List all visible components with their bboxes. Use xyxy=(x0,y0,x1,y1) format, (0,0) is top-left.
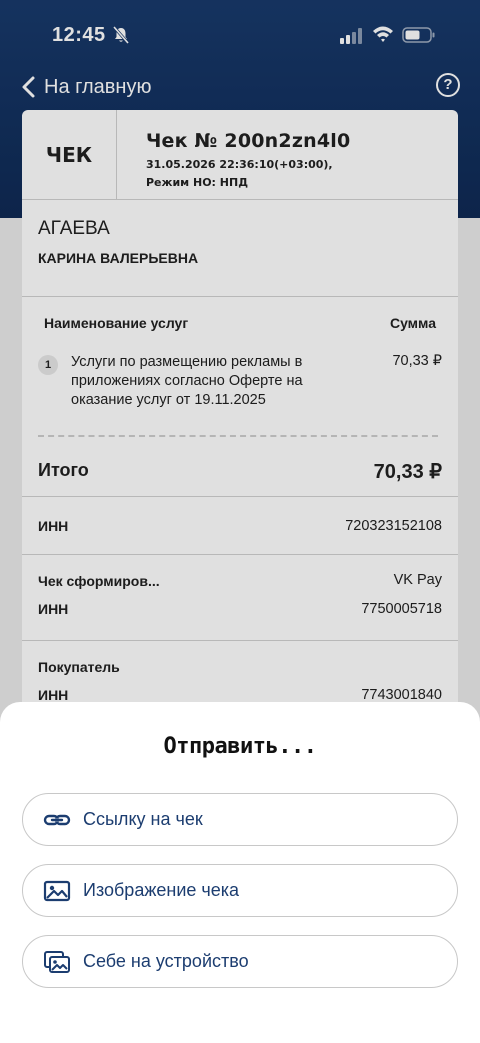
link-icon xyxy=(43,814,71,825)
save-to-device-label: Себе на устройство xyxy=(83,951,249,971)
share-link-label: Ссылку на чек xyxy=(83,809,203,829)
share-sheet-title: Отправить... xyxy=(163,734,317,759)
share-image-button[interactable]: Изображение чека xyxy=(22,864,458,917)
save-to-device-button[interactable]: Себе на устройство xyxy=(22,935,458,988)
share-image-label: Изображение чека xyxy=(83,880,240,900)
share-sheet: Отправить... Ссылку на чек Изображение ч… xyxy=(0,702,480,1043)
image-icon xyxy=(43,880,71,901)
gallery-icon xyxy=(44,950,70,973)
share-link-button[interactable]: Ссылку на чек xyxy=(22,793,458,846)
